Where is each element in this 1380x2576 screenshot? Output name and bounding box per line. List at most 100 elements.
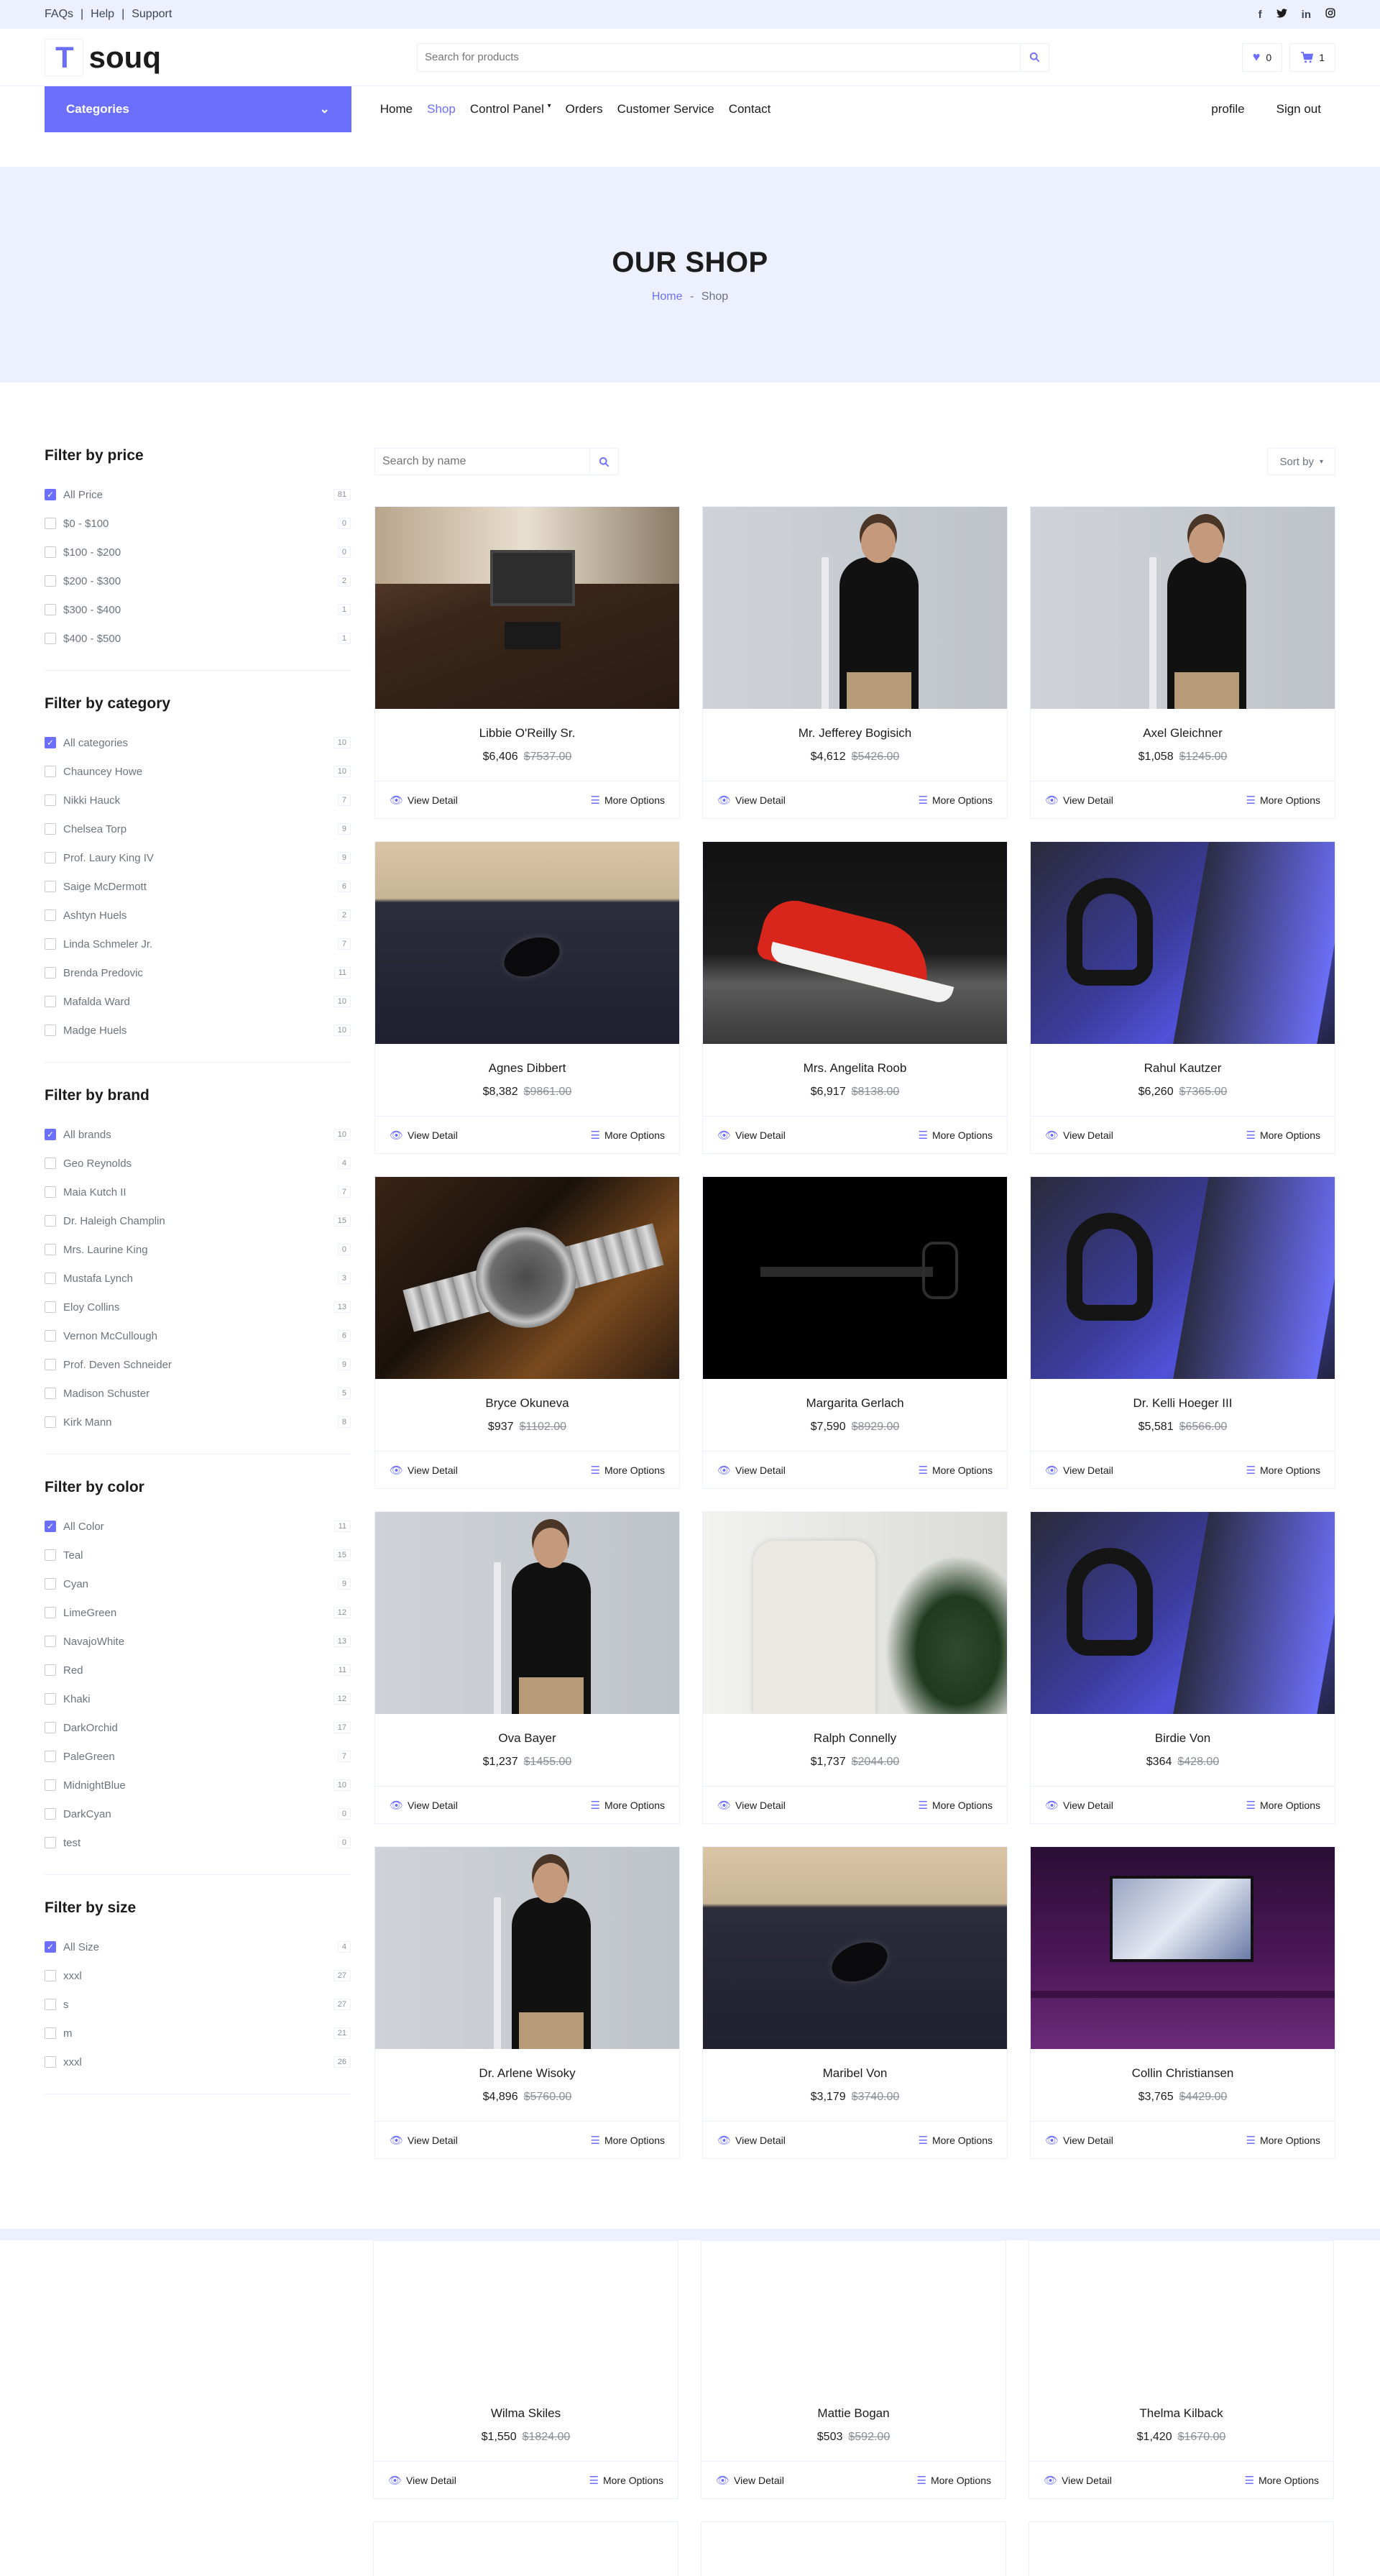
product-card[interactable]: Margarita Gerlach $7,590 $8929.00 👁 View Det… (702, 1176, 1008, 1489)
view-detail-button[interactable]: 👁 View Detail (390, 2134, 458, 2147)
product-image[interactable] (375, 1177, 679, 1379)
filter-option[interactable]: ✓ All Color 11 (45, 1512, 351, 1541)
filter-option[interactable]: Madison Schuster 5 (45, 1379, 351, 1408)
checkbox[interactable]: ✓ (45, 1941, 56, 1953)
checkbox[interactable] (45, 1025, 56, 1036)
nav-control-panel[interactable]: Control Panel ▾ (470, 102, 551, 116)
checkbox[interactable] (45, 823, 56, 835)
filter-option[interactable]: Khaki 12 (45, 1685, 351, 1713)
checkbox[interactable] (45, 1549, 56, 1561)
product-image[interactable] (1031, 842, 1335, 1044)
product-title[interactable]: Dr. Kelli Hoeger III (1133, 1396, 1233, 1411)
view-detail-button[interactable]: 👁 View Detail (1044, 2474, 1112, 2487)
search-button[interactable] (1020, 43, 1049, 71)
view-detail-button[interactable]: 👁 View Detail (717, 2134, 786, 2147)
view-detail-button[interactable]: 👁 View Detail (1045, 794, 1113, 807)
product-card[interactable]: Collin Christiansen $3,765 $4429.00 👁 View D… (1030, 1846, 1335, 2159)
product-card[interactable]: Libbie O'Reilly Sr. $6,406 $7537.00 👁 View D… (374, 506, 680, 819)
filter-option[interactable]: MidnightBlue 10 (45, 1771, 351, 1800)
product-card[interactable]: Dr. Arlene Wisoky $4,896 $5760.00 👁 View Det… (374, 1846, 680, 2159)
product-image[interactable] (703, 842, 1007, 1044)
filter-option[interactable]: PaleGreen 7 (45, 1742, 351, 1771)
cart-button[interactable]: 1 (1289, 42, 1335, 72)
faqs-link[interactable]: FAQs (45, 8, 73, 21)
product-title[interactable]: Birdie Von (1155, 1731, 1211, 1746)
more-options-button[interactable]: ☰ More Options (591, 1129, 666, 1142)
product-card[interactable] (1029, 2521, 1334, 2576)
checkbox[interactable] (45, 604, 56, 615)
checkbox[interactable] (45, 996, 56, 1007)
filter-option[interactable]: s 27 (45, 1990, 351, 2019)
support-link[interactable]: Support (132, 8, 172, 21)
filter-option[interactable]: $0 - $100 0 (45, 509, 351, 538)
checkbox[interactable] (45, 1578, 56, 1590)
product-title[interactable]: Wilma Skiles (491, 2406, 561, 2421)
view-detail-button[interactable]: 👁 View Detail (388, 2474, 456, 2487)
checkbox[interactable] (45, 1664, 56, 1676)
checkbox[interactable] (45, 1158, 56, 1169)
checkbox[interactable] (45, 1970, 56, 1981)
filter-option[interactable]: NavajoWhite 13 (45, 1627, 351, 1656)
nav-contact[interactable]: Contact (729, 102, 771, 116)
nav-orders[interactable]: Orders (566, 102, 603, 116)
product-image[interactable] (375, 507, 679, 709)
filter-option[interactable]: test 0 (45, 1828, 351, 1857)
filter-option[interactable]: Mafalda Ward 10 (45, 987, 351, 1016)
product-image-placeholder[interactable] (374, 2241, 678, 2389)
more-options-button[interactable]: ☰ More Options (917, 2474, 992, 2487)
product-title[interactable]: Maribel Von (823, 2066, 888, 2081)
nav-home[interactable]: Home (380, 102, 413, 116)
checkbox[interactable] (45, 1837, 56, 1848)
checkbox[interactable] (45, 1808, 56, 1820)
checkbox[interactable] (45, 1722, 56, 1733)
product-card[interactable]: Wilma Skiles $1,550 $1824.00 👁 View Detail ☰ M… (373, 2240, 678, 2499)
filter-option[interactable]: ✓ All categories 10 (45, 728, 351, 757)
filter-option[interactable]: Mustafa Lynch 3 (45, 1264, 351, 1293)
help-link[interactable]: Help (91, 8, 114, 21)
product-image[interactable] (703, 1177, 1007, 1379)
nav-sign-out[interactable]: Sign out (1276, 102, 1321, 116)
checkbox[interactable] (45, 1215, 56, 1227)
filter-option[interactable]: $200 - $300 2 (45, 567, 351, 595)
filter-option[interactable]: xxxl 27 (45, 1961, 351, 1990)
checkbox[interactable]: ✓ (45, 1521, 56, 1532)
product-image-placeholder[interactable] (1029, 2241, 1333, 2389)
product-image[interactable] (375, 842, 679, 1044)
filter-option[interactable]: Saige McDermott 6 (45, 872, 351, 901)
product-title[interactable]: Mr. Jefferey Bogisich (799, 726, 911, 741)
product-search-input[interactable] (418, 43, 1020, 71)
product-title[interactable]: Mattie Bogan (817, 2406, 889, 2421)
product-card[interactable] (701, 2521, 1006, 2576)
filter-option[interactable]: Madge Huels 10 (45, 1016, 351, 1045)
name-search-input[interactable] (375, 449, 589, 475)
checkbox[interactable] (45, 575, 56, 587)
filter-option[interactable]: Kirk Mann 8 (45, 1408, 351, 1436)
instagram-icon[interactable] (1325, 8, 1335, 21)
filter-option[interactable]: Geo Reynolds 4 (45, 1149, 351, 1178)
filter-option[interactable]: xxxl 26 (45, 2048, 351, 2076)
more-options-button[interactable]: ☰ More Options (1246, 794, 1321, 807)
checkbox[interactable] (45, 881, 56, 892)
product-image[interactable] (703, 1847, 1007, 2049)
product-title[interactable]: Bryce Okuneva (485, 1396, 569, 1411)
more-options-button[interactable]: ☰ More Options (919, 1799, 993, 1812)
product-card[interactable] (373, 2521, 678, 2576)
product-image[interactable] (703, 1512, 1007, 1714)
more-options-button[interactable]: ☰ More Options (919, 1464, 993, 1477)
view-detail-button[interactable]: 👁 View Detail (1045, 2134, 1113, 2147)
more-options-button[interactable]: ☰ More Options (1246, 2134, 1321, 2147)
product-title[interactable]: Collin Christiansen (1132, 2066, 1234, 2081)
product-title[interactable]: Dr. Arlene Wisoky (479, 2066, 575, 2081)
filter-option[interactable]: Linda Schmeler Jr. 7 (45, 930, 351, 958)
checkbox[interactable] (45, 1301, 56, 1313)
product-card[interactable]: Mattie Bogan $503 $592.00 👁 View Detail ☰ More… (701, 2240, 1006, 2499)
filter-option[interactable]: $300 - $400 1 (45, 595, 351, 624)
filter-option[interactable]: Red 11 (45, 1656, 351, 1685)
nav-shop[interactable]: Shop (427, 102, 456, 116)
product-title[interactable]: Ralph Connelly (814, 1731, 896, 1746)
sort-dropdown[interactable]: Sort by ▾ (1267, 448, 1335, 475)
product-card[interactable]: Mrs. Angelita Roob $6,917 $8138.00 👁 View De… (702, 841, 1008, 1154)
more-options-button[interactable]: ☰ More Options (919, 2134, 993, 2147)
filter-option[interactable]: $400 - $500 1 (45, 624, 351, 653)
filter-option[interactable]: Chauncey Howe 10 (45, 757, 351, 786)
